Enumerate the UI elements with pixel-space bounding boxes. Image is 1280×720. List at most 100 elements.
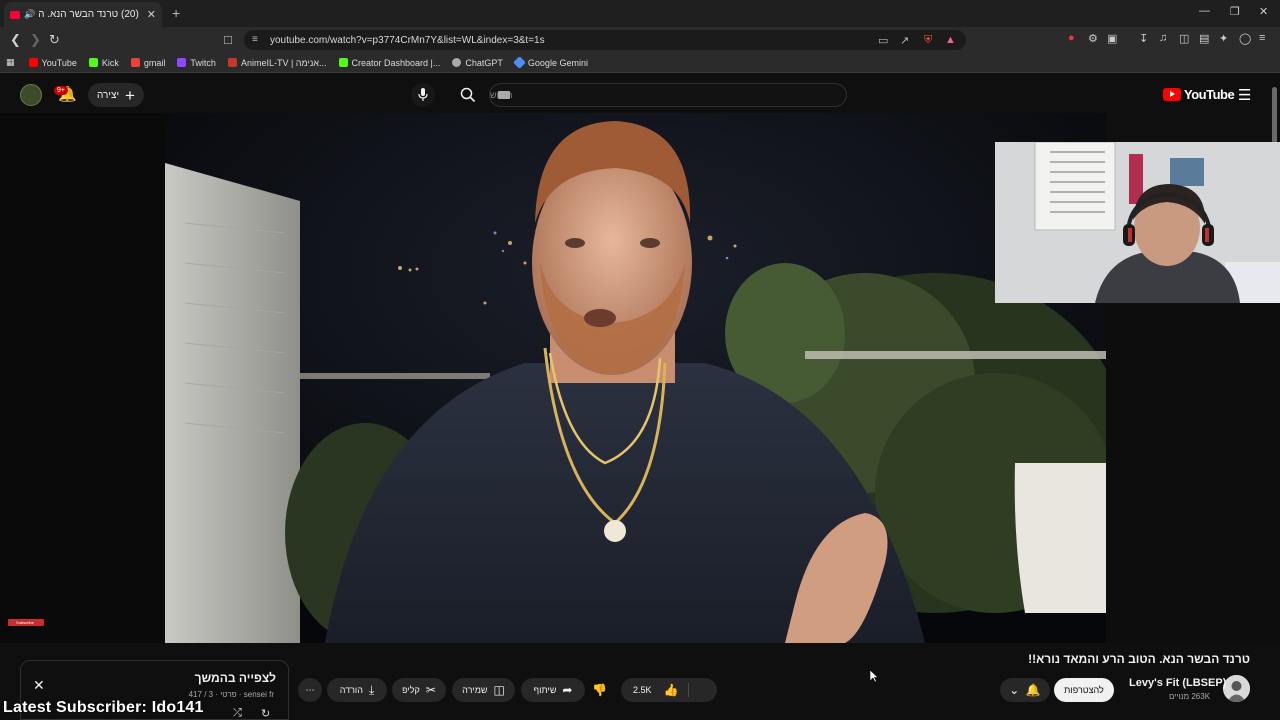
playlist-title[interactable]: לצפייה בהמשך — [195, 671, 276, 685]
leo-ai-icon[interactable]: ✦ — [1219, 32, 1228, 45]
create-button[interactable]: יצירה + — [88, 83, 144, 107]
reload-icon[interactable]: ↻ — [49, 32, 60, 48]
extensions-icon[interactable]: ⚙ — [1088, 32, 1098, 45]
close-window-icon[interactable]: ✕ — [1259, 5, 1268, 18]
video-frame-image — [165, 113, 1106, 643]
browser-menu-icon[interactable]: ≡ — [1259, 32, 1265, 44]
speaker-icon[interactable]: 🔊 — [24, 9, 35, 20]
webcam-image — [995, 142, 1280, 303]
share-page-icon[interactable]: ↗ — [900, 34, 909, 47]
bookmark-item[interactable]: gmail — [130, 58, 165, 68]
webcam-overlay — [995, 142, 1280, 303]
chevron-down-icon: ⌄ — [1009, 683, 1020, 697]
create-label: יצירה — [97, 89, 120, 101]
latest-subscriber-overlay: Latest Subscriber: Ido141 — [3, 699, 204, 716]
search-button[interactable] — [455, 84, 481, 106]
player-letterbox-left — [0, 113, 165, 643]
clip-button[interactable]: קליפ ✂ — [392, 678, 446, 702]
youtube-favicon-icon — [10, 10, 20, 19]
youtube-header: 🔔 9+ יצירה + חיפוש YouTube ☰ — [0, 77, 1280, 113]
subscribed-button[interactable]: ⌄ 🔔 — [1000, 678, 1050, 702]
channel-avatar-image — [1223, 675, 1250, 702]
join-button[interactable]: להצטרפות — [1054, 678, 1114, 702]
download-label: הורדה — [339, 685, 363, 695]
share-button[interactable]: שיתוף ➦ — [521, 678, 585, 702]
bookmark-item[interactable]: Creator Dashboard |... — [338, 58, 440, 68]
clip-label: קליפ — [402, 685, 420, 695]
share-icon: ➦ — [562, 683, 573, 697]
bookmark-item[interactable]: Kick — [88, 58, 119, 68]
loop-icon[interactable]: ↻ — [261, 707, 270, 720]
subscribe-overlay-badge: Subscribe — [8, 619, 44, 626]
shuffle-icon[interactable]: ⤮ — [233, 707, 242, 720]
site-info-icon[interactable]: ≡ — [252, 34, 258, 45]
download-icon: ⤓ — [368, 682, 375, 697]
account-avatar[interactable] — [20, 84, 42, 106]
plus-icon: + — [125, 85, 135, 105]
bookmarks-bar: ▦ YouTube Kick gmail Twitch AnimeIL-TV |… — [0, 53, 1280, 73]
bookmark-item[interactable]: Google Gemini — [513, 56, 588, 69]
minimize-icon[interactable]: — — [1199, 5, 1210, 17]
youtube-logo[interactable]: YouTube — [1163, 87, 1235, 102]
mouse-cursor-icon — [870, 670, 878, 683]
dislike-button[interactable]: 👎 — [592, 683, 607, 697]
microphone-icon — [418, 88, 428, 101]
close-playlist-icon[interactable]: ✕ — [33, 677, 45, 694]
new-tab-button[interactable]: + — [172, 5, 180, 21]
apps-grid-icon[interactable]: ▦ — [6, 57, 15, 68]
bookmark-item[interactable]: AnimeIL-TV | אנימה... — [227, 58, 327, 68]
back-icon[interactable]: ❮ — [10, 32, 21, 48]
channel-avatar[interactable] — [1223, 675, 1250, 702]
thumbs-up-icon: 👍 — [663, 683, 679, 697]
url-text: youtube.com/watch?v=p3774CrMn7Y&list=WL&… — [270, 34, 545, 46]
player-letterbox-right — [1106, 303, 1280, 643]
youtube-play-icon — [1163, 88, 1181, 101]
divider — [688, 683, 689, 697]
channel-name[interactable]: Levy's Fit (LBSEP) — [1129, 677, 1226, 689]
download-button[interactable]: הורדה ⤓ — [327, 678, 387, 702]
search-icon — [460, 87, 476, 103]
bookmark-item[interactable]: Twitch — [177, 58, 216, 68]
bookmark-item[interactable]: ChatGPT — [452, 58, 503, 68]
downloads-icon[interactable]: ↧ — [1139, 32, 1148, 45]
forward-icon[interactable]: ❯ — [30, 32, 41, 48]
voice-search-button[interactable] — [411, 83, 435, 107]
search-input[interactable]: חיפוש — [489, 83, 847, 107]
like-button[interactable]: 2.5K 👍 — [621, 678, 717, 702]
like-count: 2.5K — [633, 685, 652, 695]
hamburger-menu-icon[interactable]: ☰ — [1238, 86, 1251, 104]
subscriber-count: 263K מנויים — [1169, 692, 1211, 701]
share-label: שיתוף — [533, 685, 557, 695]
bell-icon: 🔔 — [1025, 683, 1041, 697]
brave-shield-icon[interactable]: ⛨ — [924, 34, 932, 47]
bookmark-icon: ◫ — [493, 683, 505, 697]
tab-title: (20) טרנד הבשר הנא. הטוב הרע — [39, 9, 139, 20]
close-tab-icon[interactable]: ✕ — [147, 8, 156, 21]
screenshot-icon[interactable]: ▣ — [1107, 32, 1117, 45]
scissors-icon: ✂ — [425, 683, 436, 697]
browser-tab-bar: 🔊 (20) טרנד הבשר הנא. הטוב הרע ✕ + — ❐ ✕ — [0, 0, 1280, 27]
vpn-icon[interactable]: ◯ — [1239, 32, 1251, 45]
thumbs-down-icon: 👎 — [592, 683, 607, 697]
sidebar-icon[interactable]: ◫ — [1179, 32, 1189, 45]
brave-rewards-icon[interactable]: ▲ — [945, 34, 956, 46]
cast-icon[interactable]: ▭ — [878, 34, 888, 47]
extension-record-icon[interactable]: ● — [1068, 32, 1075, 44]
wallet-icon[interactable]: ▤ — [1199, 32, 1209, 45]
address-bar[interactable]: ≡ youtube.com/watch?v=p3774CrMn7Y&list=W… — [244, 30, 966, 50]
browser-tab-active[interactable]: 🔊 (20) טרנד הבשר הנא. הטוב הרע ✕ — [4, 2, 162, 27]
playlist-meta: sensei fr · פרטי · 3 / 417 — [188, 690, 274, 699]
restore-icon[interactable]: ❐ — [1230, 5, 1240, 18]
bookmark-item[interactable]: YouTube — [28, 58, 77, 68]
more-actions-button[interactable]: ⋯ — [298, 678, 322, 702]
keyboard-icon[interactable] — [498, 91, 510, 99]
more-horizontal-icon: ⋯ — [305, 684, 315, 695]
save-button[interactable]: שמירה ◫ — [452, 678, 515, 702]
video-player[interactable] — [165, 113, 1106, 643]
screen: 🔊 (20) טרנד הבשר הנא. הטוב הרע ✕ + — ❐ ✕… — [0, 0, 1280, 720]
video-title: טרנד הבשר הנא. הטוב הרע והמאד נורא!! — [1028, 652, 1250, 666]
bookmark-page-icon[interactable]: □ — [224, 32, 232, 47]
media-icon[interactable]: ♫ — [1159, 32, 1167, 44]
youtube-logo-text: YouTube — [1184, 87, 1235, 102]
page-scrollbar[interactable] — [1272, 87, 1277, 143]
